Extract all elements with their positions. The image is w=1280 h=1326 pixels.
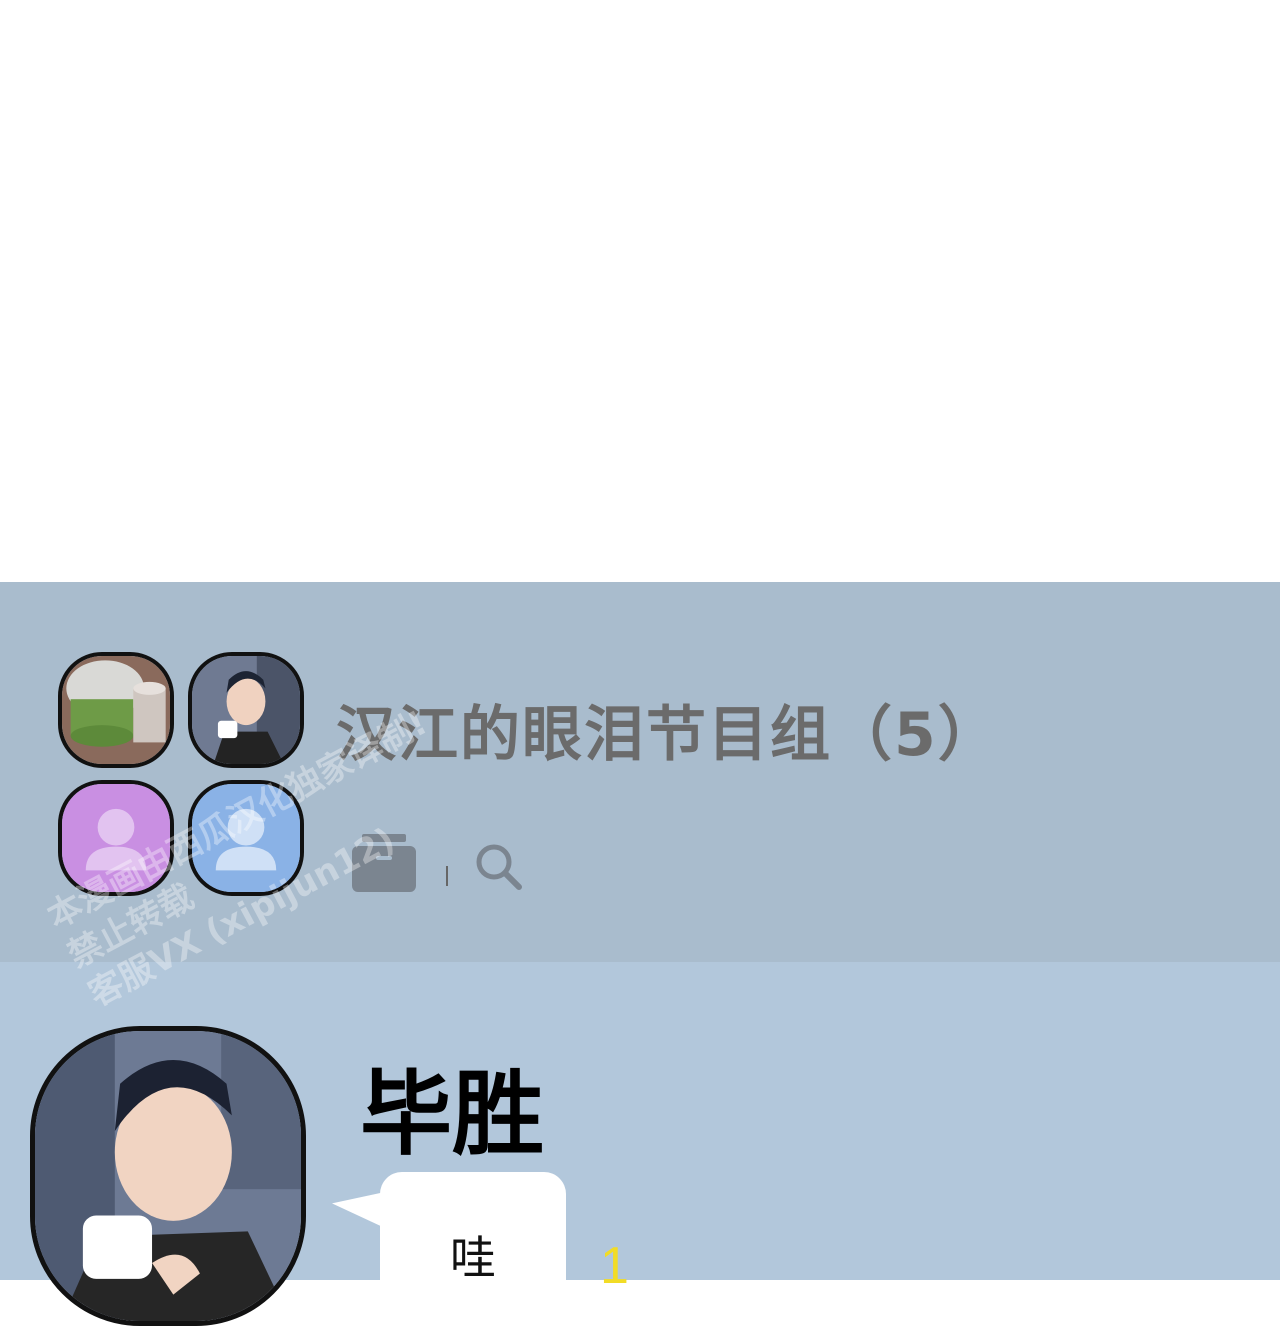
group-avatar-man — [188, 652, 304, 768]
message-text: 哇 — [450, 1231, 496, 1285]
sender-avatar[interactable] — [30, 1026, 306, 1326]
search-icon[interactable] — [474, 842, 524, 892]
group-avatar-cups — [58, 652, 174, 768]
sender-name: 毕胜 — [360, 1061, 545, 1168]
toolbar-divider — [446, 866, 448, 886]
unread-count: 1 — [600, 1237, 629, 1295]
blank-panel — [0, 0, 1280, 582]
